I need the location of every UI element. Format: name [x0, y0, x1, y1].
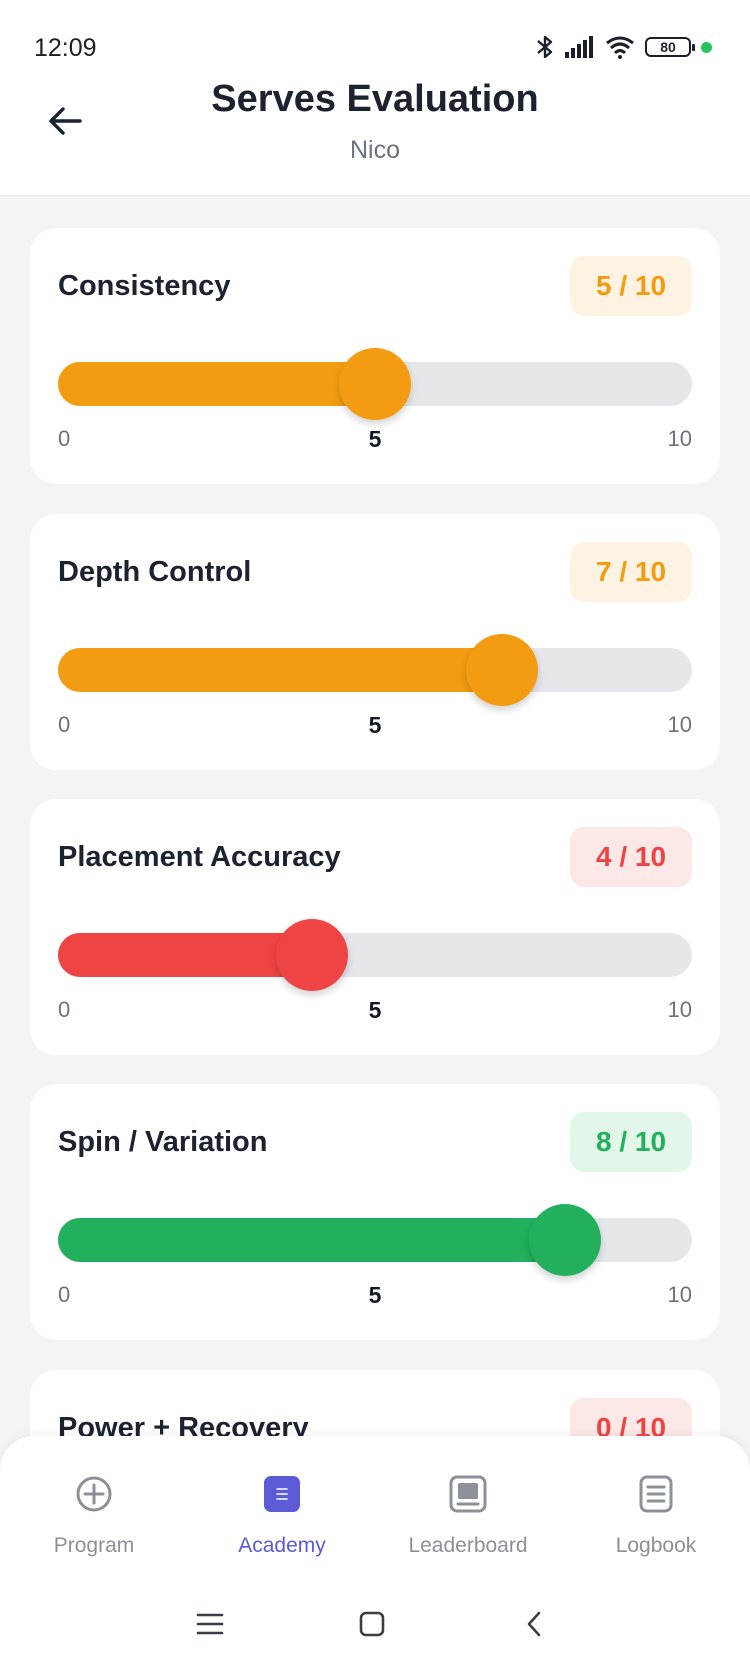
scale-mid: 5: [368, 426, 382, 452]
slider-thumb[interactable]: [275, 919, 348, 991]
scale-max: 10: [667, 426, 692, 451]
slider-fill: [58, 648, 502, 692]
score-slider[interactable]: [58, 634, 692, 706]
slider-thumb[interactable]: [529, 1204, 602, 1276]
plus-circle-icon: [74, 1474, 114, 1514]
nav-label: Logbook: [615, 1534, 697, 1557]
wifi-icon: [605, 35, 635, 59]
slider-fill: [58, 933, 312, 977]
menu-icon[interactable]: [190, 1604, 230, 1644]
battery-indicator: 80: [645, 37, 695, 57]
bluetooth-icon: [535, 34, 555, 60]
criterion-label: Consistency: [58, 270, 231, 302]
top-bar: 12:09 80 Serves Evaluation Nico: [0, 0, 750, 196]
bottom-nav: Program Academy Leaderboard Logbook: [0, 1436, 750, 1667]
nav-logbook[interactable]: Logbook: [562, 1474, 750, 1558]
scale-max: 10: [667, 712, 692, 737]
score-slider[interactable]: [58, 1204, 692, 1276]
scale-mid: 5: [368, 997, 382, 1023]
home-icon[interactable]: [352, 1604, 392, 1644]
criterion-card: Spin / Variation 8 / 10 0 5 10: [30, 1084, 720, 1340]
criterion-label: Depth Control: [58, 556, 252, 588]
scale-max: 10: [667, 1282, 692, 1307]
status-time: 12:09: [34, 34, 97, 62]
back-nav-icon[interactable]: [514, 1604, 554, 1644]
system-nav-bar: [0, 1604, 750, 1644]
criterion-label: Spin / Variation: [58, 1126, 268, 1158]
scale-mid: 5: [368, 712, 382, 738]
nav-label: Leaderboard: [408, 1534, 528, 1557]
player-name: Nico: [349, 136, 400, 164]
nav-program[interactable]: Program: [0, 1474, 188, 1558]
nav-leaderboard[interactable]: Leaderboard: [374, 1474, 562, 1558]
score-slider[interactable]: [58, 348, 692, 420]
criterion-card: Placement Accuracy 4 / 10 0 5 10: [30, 799, 720, 1055]
privacy-dot: [701, 41, 712, 53]
nav-academy[interactable]: Academy: [188, 1474, 376, 1558]
slider-fill: [58, 362, 375, 406]
criterion-card: Consistency 5 / 10 0 5 10: [30, 228, 720, 484]
nav-label: Academy: [238, 1534, 326, 1557]
scale-mid: 5: [368, 1282, 382, 1308]
criterion-label: Placement Accuracy: [58, 841, 341, 873]
score-badge: 8 / 10: [570, 1112, 692, 1172]
logbook-icon: [636, 1474, 676, 1514]
nav-label: Program: [53, 1534, 135, 1557]
score-slider[interactable]: [58, 919, 692, 991]
score-badge: 7 / 10: [570, 542, 692, 602]
slider-thumb[interactable]: [465, 634, 538, 706]
academy-icon: [262, 1474, 302, 1514]
score-badge: 4 / 10: [570, 827, 692, 887]
signal-icon: [565, 36, 595, 58]
slider-fill: [58, 1218, 566, 1262]
slider-thumb[interactable]: [339, 348, 411, 420]
status-icons: 80: [535, 34, 712, 60]
score-badge: 5 / 10: [570, 256, 692, 316]
criterion-card: Depth Control 7 / 10 0 5 10: [30, 514, 720, 770]
leaderboard-icon: [448, 1474, 488, 1514]
scale-max: 10: [667, 997, 692, 1022]
page-title: Serves Evaluation: [211, 78, 539, 120]
